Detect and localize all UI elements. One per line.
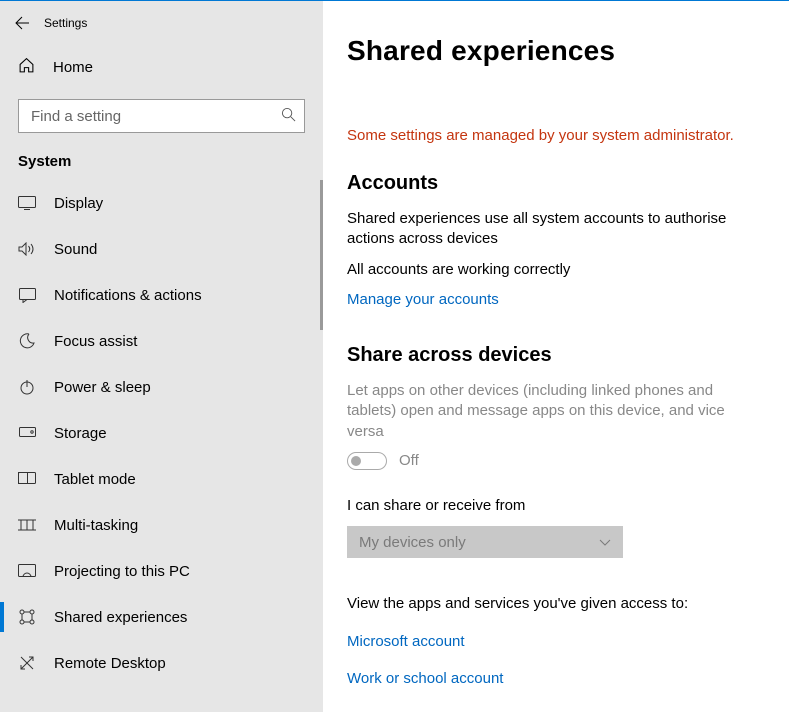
notifications-icon [18, 288, 36, 303]
multitask-icon [18, 519, 36, 531]
window-title: Settings [44, 16, 87, 30]
chevron-down-icon [599, 534, 611, 551]
share-toggle[interactable] [347, 452, 387, 470]
receive-from-dropdown[interactable]: My devices only [347, 526, 623, 558]
sidebar-item-shared-experiences[interactable]: Shared experiences [0, 594, 323, 640]
sidebar-item-label: Sound [54, 241, 97, 258]
back-button[interactable] [0, 1, 44, 45]
sidebar-item-label: Power & sleep [54, 379, 151, 396]
sidebar-item-label: Tablet mode [54, 471, 136, 488]
sidebar-section-heading: System [0, 141, 323, 180]
sidebar-item-label: Notifications & actions [54, 287, 202, 304]
sidebar-item-notifications[interactable]: Notifications & actions [0, 272, 323, 318]
projecting-icon [18, 564, 36, 578]
share-icon [18, 609, 36, 625]
app-frame: Settings Home System Display [0, 1, 789, 712]
microsoft-account-link[interactable]: Microsoft account [347, 633, 465, 650]
power-icon [18, 379, 36, 395]
sidebar-item-label: Focus assist [54, 333, 137, 350]
page-title: Shared experiences [347, 35, 765, 67]
accounts-heading: Accounts [347, 172, 765, 195]
sidebar-header: Settings [0, 1, 323, 45]
home-icon [18, 57, 35, 78]
sidebar-item-sound[interactable]: Sound [0, 226, 323, 272]
accounts-status: All accounts are working correctly [347, 260, 765, 280]
moon-icon [18, 333, 36, 349]
sidebar-item-label: Remote Desktop [54, 655, 166, 672]
tablet-icon [18, 472, 36, 486]
arrow-left-icon [14, 15, 30, 31]
toggle-knob-icon [351, 456, 361, 466]
sidebar-item-label: Storage [54, 425, 107, 442]
sidebar-item-power-sleep[interactable]: Power & sleep [0, 364, 323, 410]
sidebar-item-remote-desktop[interactable]: Remote Desktop [0, 640, 323, 686]
admin-warning: Some settings are managed by your system… [347, 127, 765, 144]
sidebar: Settings Home System Display [0, 1, 323, 712]
sidebar-item-label: Multi-tasking [54, 517, 138, 534]
receive-from-label: I can share or receive from [347, 496, 765, 516]
sidebar-nav: Display Sound Notifications & actions Fo… [0, 180, 323, 712]
sidebar-item-label: Display [54, 195, 103, 212]
sidebar-item-tablet-mode[interactable]: Tablet mode [0, 456, 323, 502]
content-pane: Shared experiences Some settings are man… [323, 1, 789, 712]
share-toggle-state: Off [399, 452, 419, 469]
accounts-description: Shared experiences use all system accoun… [347, 209, 765, 250]
search-input-wrapper[interactable] [18, 99, 305, 133]
search-icon [281, 107, 296, 126]
search-input[interactable] [29, 107, 281, 126]
display-icon [18, 196, 36, 210]
sidebar-item-multitasking[interactable]: Multi-tasking [0, 502, 323, 548]
sidebar-item-focus-assist[interactable]: Focus assist [0, 318, 323, 364]
dropdown-value: My devices only [359, 534, 466, 551]
sidebar-item-display[interactable]: Display [0, 180, 323, 226]
apps-access-label: View the apps and services you've given … [347, 594, 765, 614]
manage-accounts-link[interactable]: Manage your accounts [347, 291, 499, 308]
sidebar-item-label: Shared experiences [54, 609, 187, 626]
share-heading: Share across devices [347, 344, 765, 367]
home-label: Home [53, 59, 93, 76]
remote-desktop-icon [18, 655, 36, 671]
share-description: Let apps on other devices (including lin… [347, 381, 765, 442]
sidebar-item-label: Projecting to this PC [54, 563, 190, 580]
storage-icon [18, 427, 36, 439]
sidebar-item-projecting[interactable]: Projecting to this PC [0, 548, 323, 594]
work-school-account-link[interactable]: Work or school account [347, 670, 503, 687]
sidebar-item-home[interactable]: Home [0, 45, 323, 89]
sidebar-item-storage[interactable]: Storage [0, 410, 323, 456]
sound-icon [18, 242, 36, 256]
